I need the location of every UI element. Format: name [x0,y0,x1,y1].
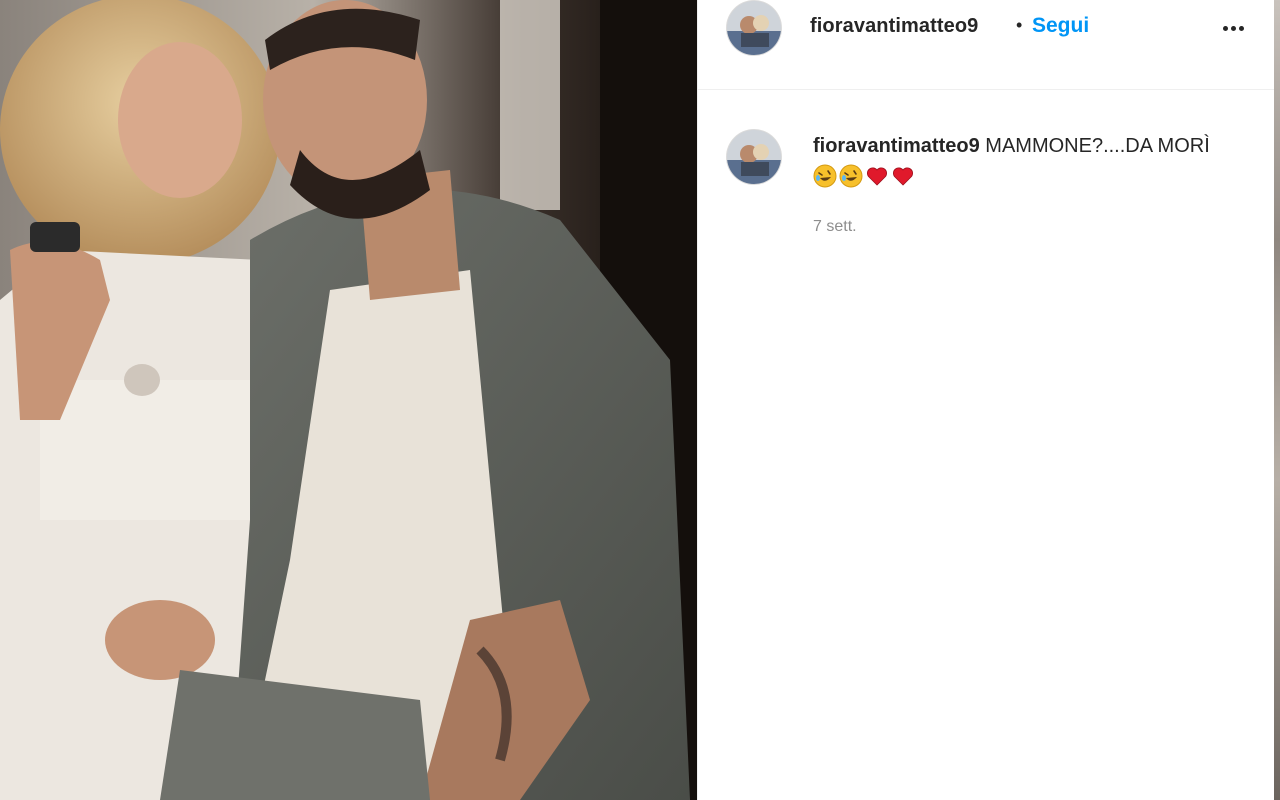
more-dot [1222,25,1228,31]
post-side-panel: fioravantimatteo9 • Segui fioravantimatt… [697,0,1275,800]
more-dot [1238,25,1244,31]
follow-button[interactable]: Segui [1032,14,1089,38]
author-username[interactable]: fioravantimatteo9 [810,15,978,38]
post-photo[interactable] [0,0,697,800]
author-avatar[interactable] [727,1,781,55]
avatar-image [727,130,781,184]
caption-text: MAMMONE?....DA MORÌ [985,135,1210,157]
caption-text-block: fioravantimatteo9 MAMMONE?....DA MORÌ [813,131,1223,193]
more-dot [1230,25,1236,31]
avatar-image [727,1,781,55]
caption-avatar[interactable] [727,130,781,184]
rolling-on-floor-laughing-icon [839,164,863,188]
post-header: fioravantimatteo9 • Segui [698,0,1275,90]
instagram-post-view: fioravantimatteo9 • Segui fioravantimatt… [0,0,1280,800]
background-page-edge [1274,0,1280,800]
red-heart-icon [893,167,913,186]
more-options-icon[interactable] [1209,14,1257,42]
rolling-on-floor-laughing-icon [813,164,837,188]
caption-username[interactable]: fioravantimatteo9 [813,135,980,157]
follow-separator: • [1016,15,1023,35]
red-heart-icon [867,167,887,186]
post-timestamp[interactable]: 7 sett. [813,218,857,236]
post-image [0,0,697,800]
